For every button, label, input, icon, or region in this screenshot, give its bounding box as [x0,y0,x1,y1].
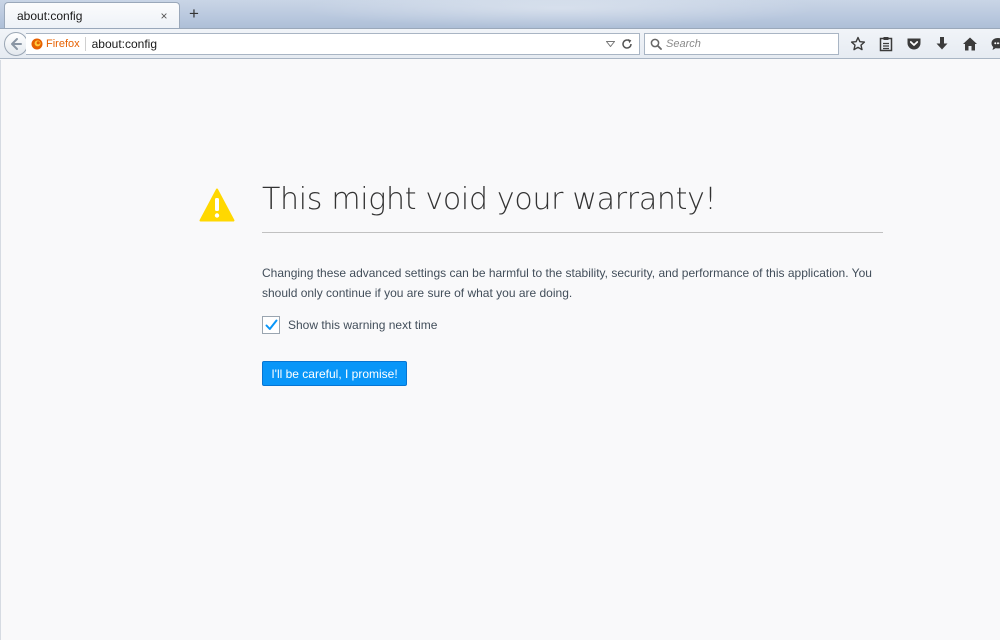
url-bar[interactable]: Firefox about:config [26,33,640,55]
reload-icon[interactable] [619,36,635,52]
show-warning-checkbox[interactable] [262,316,280,334]
warning-description: Changing these advanced settings can be … [262,266,872,300]
search-bar[interactable] [644,33,839,55]
search-input[interactable] [666,38,826,50]
tab-strip: about:config × + [0,0,1000,28]
toolbar-icons [844,33,1000,55]
tab-title: about:config [17,8,83,23]
title-divider [262,232,883,233]
downloads-icon[interactable] [928,33,956,55]
bookmark-star-icon[interactable] [844,33,872,55]
warning-icon [199,188,235,222]
identity-box[interactable]: Firefox [31,37,86,51]
firefox-logo-icon [31,38,43,50]
pocket-icon[interactable] [900,33,928,55]
chat-icon[interactable] [984,33,1000,55]
checkmark-icon [265,319,277,330]
close-icon[interactable]: × [157,9,171,23]
nav-bar: Firefox about:config [0,28,1000,59]
identity-label: Firefox [46,38,80,50]
tab-about-config[interactable]: about:config × [4,2,180,28]
new-tab-button[interactable]: + [184,4,204,24]
show-warning-option[interactable]: Show this warning next time [262,316,437,334]
accept-risk-button[interactable]: I'll be careful, I promise! [262,361,407,386]
page-title: This might void your warranty! [262,182,717,217]
search-icon [650,38,662,50]
back-button[interactable] [4,32,28,56]
reading-list-icon[interactable] [872,33,900,55]
url-input[interactable]: about:config [92,37,603,51]
url-dropdown-icon[interactable] [603,37,617,51]
page-content: This might void your warranty! Changing … [0,60,1000,640]
home-icon[interactable] [956,33,984,55]
show-warning-label: Show this warning next time [288,318,438,332]
back-arrow-icon [11,38,22,50]
